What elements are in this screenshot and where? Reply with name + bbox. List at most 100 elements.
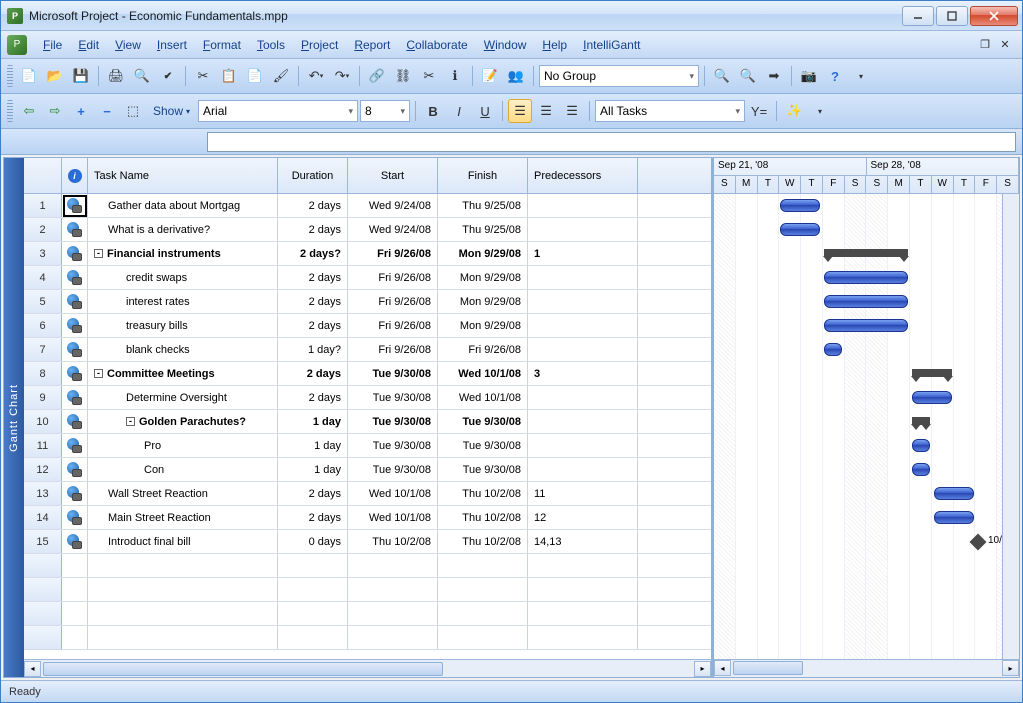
- menu-tools[interactable]: Tools: [249, 35, 293, 55]
- close-button[interactable]: [970, 6, 1018, 26]
- task-name-cell[interactable]: What is a derivative?: [88, 218, 278, 241]
- column-header-info[interactable]: i: [62, 158, 88, 193]
- task-name-cell[interactable]: -Financial instruments: [88, 242, 278, 265]
- start-cell[interactable]: Fri 9/26/08: [348, 338, 438, 361]
- indicator-cell[interactable]: [62, 386, 88, 409]
- predecessors-cell[interactable]: [528, 194, 638, 217]
- gantt-row[interactable]: [714, 458, 1019, 482]
- gantt-bar-summary[interactable]: [824, 249, 908, 257]
- menu-view[interactable]: View: [107, 35, 149, 55]
- row-number[interactable]: 9: [24, 386, 62, 409]
- duration-cell[interactable]: 1 day?: [278, 338, 348, 361]
- start-cell[interactable]: Wed 10/1/08: [348, 506, 438, 529]
- gantt-wizard-button[interactable]: ✨: [782, 99, 806, 123]
- task-name-cell[interactable]: blank checks: [88, 338, 278, 361]
- predecessors-cell[interactable]: [528, 434, 638, 457]
- cut-button[interactable]: ✂: [191, 64, 215, 88]
- indicator-cell[interactable]: [62, 434, 88, 457]
- task-name-cell[interactable]: credit swaps: [88, 266, 278, 289]
- autofilter-button[interactable]: Y=: [747, 99, 771, 123]
- print-preview-button[interactable]: 🔍: [130, 64, 154, 88]
- gantt-row-empty[interactable]: [714, 578, 1019, 602]
- gantt-timescale[interactable]: Sep 21, '08Sep 28, '08 SMTWTFSSMTWTFS: [714, 158, 1019, 194]
- predecessors-cell[interactable]: [528, 458, 638, 481]
- duration-cell[interactable]: 2 days: [278, 218, 348, 241]
- undo-button[interactable]: ↶▾: [304, 64, 328, 88]
- indicator-cell[interactable]: [62, 362, 88, 385]
- table-row[interactable]: 5interest rates2 daysFri 9/26/08Mon 9/29…: [24, 290, 711, 314]
- indicator-cell[interactable]: [62, 338, 88, 361]
- menu-format[interactable]: Format: [195, 35, 249, 55]
- indicator-cell[interactable]: [62, 458, 88, 481]
- finish-cell[interactable]: Thu 9/25/08: [438, 218, 528, 241]
- notes-button[interactable]: 📝: [478, 64, 502, 88]
- scroll-thumb[interactable]: [733, 661, 803, 675]
- start-cell[interactable]: Wed 9/24/08: [348, 194, 438, 217]
- duration-cell[interactable]: 0 days: [278, 530, 348, 553]
- row-number[interactable]: 3: [24, 242, 62, 265]
- row-number[interactable]: 5: [24, 290, 62, 313]
- finish-cell[interactable]: Mon 9/29/08: [438, 266, 528, 289]
- row-number[interactable]: [24, 578, 62, 601]
- start-cell[interactable]: Fri 9/26/08: [348, 314, 438, 337]
- link-button[interactable]: 🔗: [365, 64, 389, 88]
- view-bar[interactable]: Gantt Chart: [4, 158, 24, 677]
- table-row[interactable]: 6treasury bills2 daysFri 9/26/08Mon 9/29…: [24, 314, 711, 338]
- start-cell[interactable]: [348, 602, 438, 625]
- gantt-row[interactable]: [714, 362, 1019, 386]
- gantt-bar-summary[interactable]: [912, 417, 930, 425]
- predecessors-cell[interactable]: [528, 386, 638, 409]
- row-number[interactable]: 11: [24, 434, 62, 457]
- gantt-row[interactable]: [714, 314, 1019, 338]
- indicator-cell[interactable]: [62, 626, 88, 649]
- task-name-cell[interactable]: [88, 602, 278, 625]
- gantt-bar-summary[interactable]: [912, 369, 952, 377]
- task-name-cell[interactable]: Main Street Reaction: [88, 506, 278, 529]
- start-cell[interactable]: Tue 9/30/08: [348, 386, 438, 409]
- goto-button[interactable]: ➡: [762, 64, 786, 88]
- table-row[interactable]: 10-Golden Parachutes?1 dayTue 9/30/08Tue…: [24, 410, 711, 434]
- table-row[interactable]: 8-Committee Meetings2 daysTue 9/30/08Wed…: [24, 362, 711, 386]
- indicator-cell[interactable]: [62, 554, 88, 577]
- row-number[interactable]: 14: [24, 506, 62, 529]
- scroll-left-button[interactable]: ◂: [24, 661, 41, 677]
- minimize-button[interactable]: [902, 6, 934, 26]
- finish-cell[interactable]: Tue 9/30/08: [438, 458, 528, 481]
- indicator-cell[interactable]: [62, 482, 88, 505]
- hide-subtasks-button[interactable]: −: [95, 99, 119, 123]
- start-cell[interactable]: Tue 9/30/08: [348, 410, 438, 433]
- duration-cell[interactable]: 2 days: [278, 266, 348, 289]
- outdent-arrow-button[interactable]: ⇦: [17, 99, 41, 123]
- table-row[interactable]: 1Gather data about Mortgag2 daysWed 9/24…: [24, 194, 711, 218]
- info-button[interactable]: ℹ: [443, 64, 467, 88]
- copy-picture-button[interactable]: 📷: [797, 64, 821, 88]
- task-name-cell[interactable]: Introduct final bill: [88, 530, 278, 553]
- table-row[interactable]: 2What is a derivative?2 daysWed 9/24/08T…: [24, 218, 711, 242]
- align-right-button[interactable]: ☰: [560, 99, 584, 123]
- duration-cell[interactable]: [278, 602, 348, 625]
- gantt-row[interactable]: [714, 482, 1019, 506]
- menu-report[interactable]: Report: [346, 35, 398, 55]
- task-name-cell[interactable]: Con: [88, 458, 278, 481]
- indicator-cell[interactable]: [62, 290, 88, 313]
- save-button[interactable]: 💾: [69, 64, 93, 88]
- predecessors-cell[interactable]: [528, 266, 638, 289]
- italic-button[interactable]: I: [447, 99, 471, 123]
- filter-combo[interactable]: All Tasks▾: [595, 100, 745, 122]
- split-button[interactable]: ✂: [417, 64, 441, 88]
- column-header-finish[interactable]: Finish: [438, 158, 528, 193]
- toolbar-grip[interactable]: [7, 100, 13, 122]
- indicator-cell[interactable]: [62, 218, 88, 241]
- duration-cell[interactable]: 1 day: [278, 434, 348, 457]
- table-row-empty[interactable]: [24, 578, 711, 602]
- gantt-row-empty[interactable]: [714, 554, 1019, 578]
- predecessors-cell[interactable]: 11: [528, 482, 638, 505]
- format-painter-button[interactable]: 🖌: [269, 64, 293, 88]
- menu-collaborate[interactable]: Collaborate: [398, 35, 475, 55]
- scroll-track[interactable]: [41, 661, 694, 677]
- finish-cell[interactable]: Mon 9/29/08: [438, 314, 528, 337]
- table-row[interactable]: 9Determine Oversight2 daysTue 9/30/08Wed…: [24, 386, 711, 410]
- formula-input[interactable]: [207, 132, 1016, 152]
- finish-cell[interactable]: [438, 626, 528, 649]
- row-number[interactable]: [24, 626, 62, 649]
